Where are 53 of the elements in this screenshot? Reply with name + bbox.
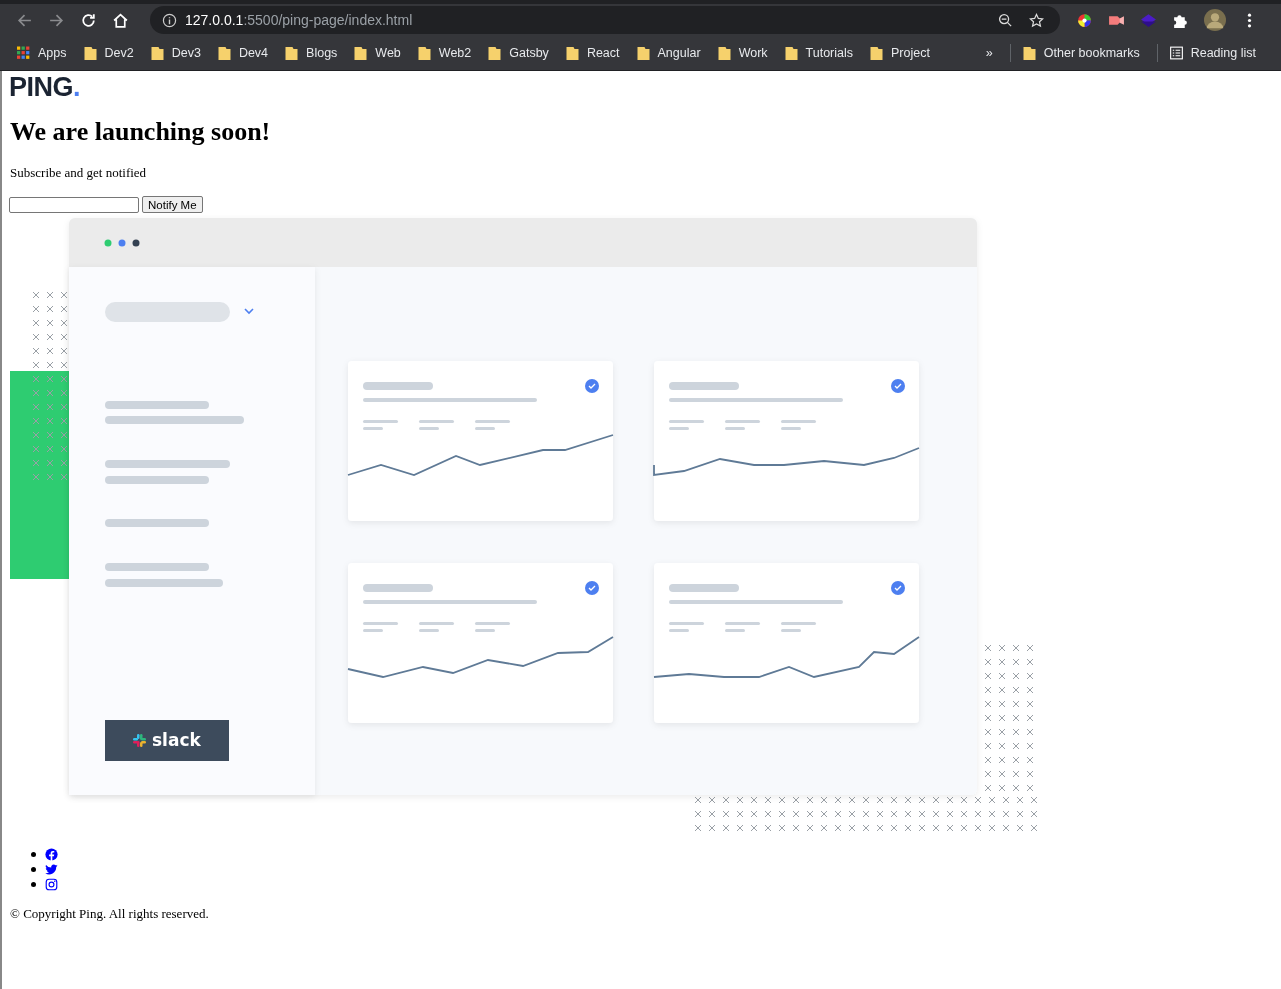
email-field[interactable] xyxy=(9,196,139,213)
bookmark[interactable]: Blogs xyxy=(285,46,338,60)
reading-list[interactable]: Reading list xyxy=(1169,46,1256,60)
avatar-icon[interactable] xyxy=(1204,9,1226,31)
star-icon[interactable] xyxy=(1029,12,1044,28)
bookmark[interactable]: Web2 xyxy=(417,46,472,60)
folder-icon xyxy=(565,46,579,60)
list-icon xyxy=(1169,46,1183,60)
page-heading: We are launching soon! xyxy=(10,117,272,147)
bookmark[interactable]: Gatsby xyxy=(488,46,549,60)
color-wheel-icon[interactable] xyxy=(1076,11,1093,29)
folder-icon xyxy=(488,46,502,60)
folder-icon xyxy=(150,46,164,60)
subtitle: Subscribe and get notified xyxy=(10,165,148,181)
more-bookmarks-button[interactable]: » xyxy=(985,46,993,60)
folder-icon xyxy=(83,46,97,60)
bookmark[interactable]: Project xyxy=(870,46,930,60)
folder-icon xyxy=(717,46,731,60)
bookmark[interactable]: Tutorials xyxy=(784,46,854,60)
copyright-text: © Copyright Ping. All rights reserved. xyxy=(10,906,210,922)
bullet-icon xyxy=(31,867,36,872)
bookmark[interactable]: Web xyxy=(354,46,401,60)
url-text: 127.0.0.1:5500/ping-page/index.html xyxy=(185,12,413,28)
apps-grid-icon xyxy=(17,46,30,60)
zoom-icon[interactable] xyxy=(998,12,1013,28)
bookmark[interactable]: Apps xyxy=(17,46,67,60)
folder-icon xyxy=(417,46,431,60)
bookmark[interactable]: Dev3 xyxy=(150,46,201,60)
ping-logo: PING. xyxy=(9,71,82,103)
folder-icon xyxy=(870,46,884,60)
folder-icon xyxy=(354,46,368,60)
folder-icon xyxy=(1022,46,1036,60)
bullet-icon xyxy=(31,852,36,857)
facebook-icon[interactable] xyxy=(45,848,58,861)
twitter-bird-icon[interactable] xyxy=(45,863,58,876)
folder-icon xyxy=(784,46,798,60)
folder-icon xyxy=(636,46,650,60)
reload-icon[interactable] xyxy=(80,11,97,29)
info-icon[interactable] xyxy=(162,12,177,28)
home-icon[interactable] xyxy=(112,11,129,29)
address-bar[interactable]: 127.0.0.1:5500/ping-page/index.html xyxy=(150,6,1060,34)
bookmark[interactable]: Work xyxy=(717,46,768,60)
other-bookmarks[interactable]: Other bookmarks xyxy=(1022,46,1140,60)
notify-button[interactable]: Notify Me xyxy=(142,196,203,213)
bookmark[interactable]: React xyxy=(565,46,620,60)
folder-icon xyxy=(217,46,231,60)
bullet-icon xyxy=(31,882,36,887)
instagram-icon[interactable] xyxy=(45,878,58,891)
bookmark[interactable]: Dev2 xyxy=(83,46,134,60)
slack-logo: slack xyxy=(133,730,201,750)
folder-icon xyxy=(285,46,299,60)
bookmark[interactable]: Angular xyxy=(636,46,701,60)
bookmark[interactable]: Dev4 xyxy=(217,46,269,60)
